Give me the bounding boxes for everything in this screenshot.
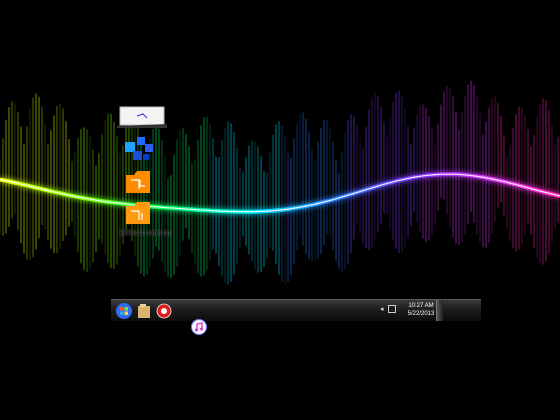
desktop-icon-label: Bellassomething (119, 230, 171, 237)
show-desktop-button[interactable] (436, 300, 443, 321)
desktop-wallpaper (0, 0, 560, 420)
network-icon[interactable] (388, 305, 396, 313)
note-icon[interactable] (116, 98, 168, 134)
media-player-icon[interactable] (155, 302, 173, 320)
folder-icon-2[interactable] (112, 195, 164, 231)
taskbar: ◂ 10:27 AM 5/22/2013 (111, 299, 481, 321)
start-button[interactable] (115, 302, 133, 320)
music-icon[interactable] (190, 318, 208, 336)
explorer-icon[interactable] (135, 302, 153, 320)
blocks-icon[interactable] (113, 130, 165, 166)
speaker-icon[interactable]: ◂ (380, 305, 384, 313)
system-tray: ◂ 10:27 AM 5/22/2013 (377, 300, 481, 322)
